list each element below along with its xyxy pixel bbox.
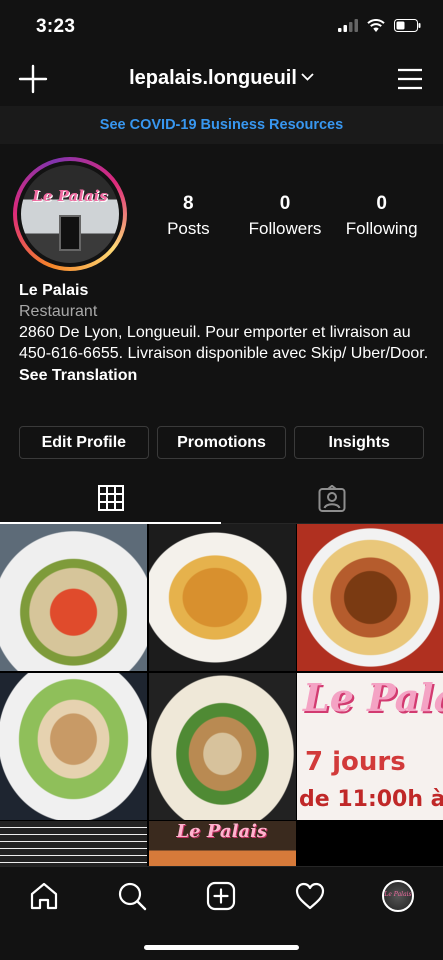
profile-stats: 8 Posts 0 Followers 0 Following (140, 192, 430, 240)
profile-bio: Le Palais Restaurant 2860 De Lyon, Longu… (19, 280, 429, 386)
account-username: lepalais.longueuil (129, 67, 297, 89)
account-switcher[interactable]: lepalais.longueuil (0, 67, 443, 90)
stat-followers-label: Followers (248, 219, 322, 238)
post-thumbnail[interactable] (0, 821, 147, 866)
heart-icon (295, 882, 325, 910)
home-icon (30, 882, 58, 910)
status-bar: 3:23 (0, 0, 443, 52)
stat-posts-label: Posts (167, 219, 210, 238)
grid-icon (97, 485, 124, 511)
tagged-icon (318, 485, 345, 512)
bottom-nav: Le Palais (0, 866, 443, 960)
profile-bio-text: 2860 De Lyon, Longueuil. Pour emporter e… (19, 324, 429, 362)
avatar-logo-text: Le Palais (384, 891, 412, 898)
post-thumbnail[interactable] (297, 524, 443, 671)
post-thumbnail[interactable]: Le Palais (148, 821, 296, 866)
stat-following-label: Following (345, 219, 418, 238)
storefront-door (59, 215, 81, 251)
wifi-icon (367, 19, 385, 32)
post-logo-text: Le Palais (176, 821, 268, 842)
status-time: 3:23 (36, 16, 76, 37)
top-nav: lepalais.longueuil (0, 52, 443, 106)
status-icons (338, 19, 421, 32)
posts-grid: Le Palai 7 jours de 11:00h à 1:00 Le Pal… (0, 524, 443, 866)
avatar-image: Le Palais (21, 165, 119, 263)
tab-grid[interactable] (0, 474, 221, 524)
profile-avatar[interactable]: Le Palais (13, 157, 127, 271)
post-thumbnail[interactable] (0, 524, 147, 671)
stat-posts[interactable]: 8 Posts (140, 192, 237, 240)
post-text-line: Le Palai (303, 674, 443, 720)
see-translation-link[interactable]: See Translation (19, 365, 429, 386)
post-thumbnail[interactable] (148, 672, 296, 820)
profile-actions: Edit Profile Promotions Insights (19, 426, 425, 459)
insights-button[interactable]: Insights (294, 426, 425, 459)
stat-following[interactable]: 0 Following (333, 192, 430, 240)
post-text-line: 7 jours (305, 746, 406, 777)
chevron-down-icon (301, 73, 314, 81)
create-post-icon (206, 881, 236, 911)
profile-name: Le Palais (19, 282, 89, 299)
search-icon (118, 882, 147, 911)
post-text-line: de 11:00h à 1:00 (299, 786, 443, 812)
cellular-signal-icon (338, 19, 358, 32)
home-indicator (144, 945, 299, 950)
profile-tabs (0, 474, 443, 524)
nav-activity[interactable] (293, 879, 327, 913)
covid-resources-link[interactable]: See COVID-19 Business Resources (0, 106, 443, 144)
battery-icon (394, 19, 421, 32)
nav-create[interactable] (204, 879, 238, 913)
post-thumbnail[interactable] (0, 672, 147, 820)
post-thumbnail[interactable] (148, 524, 296, 671)
edit-profile-button[interactable]: Edit Profile (19, 426, 149, 459)
nav-search[interactable] (115, 879, 149, 913)
nav-profile[interactable]: Le Palais (381, 879, 415, 913)
stat-following-count: 0 (376, 193, 387, 214)
profile-section: Le Palais 8 Posts 0 Followers 0 Followin… (0, 144, 443, 524)
tab-tagged[interactable] (221, 474, 442, 524)
avatar: Le Palais (382, 880, 414, 912)
avatar-logo-text: Le Palais (32, 187, 108, 205)
stat-posts-count: 8 (183, 193, 194, 214)
post-thumbnail[interactable]: Le Palai 7 jours de 11:00h à 1:00 (297, 672, 443, 820)
menu-icon[interactable] (397, 66, 423, 92)
promotions-button[interactable]: Promotions (156, 426, 287, 459)
stat-followers-count: 0 (279, 193, 291, 214)
nav-home[interactable] (27, 879, 61, 913)
profile-category: Restaurant (19, 303, 98, 320)
stat-followers[interactable]: 0 Followers (237, 192, 334, 240)
